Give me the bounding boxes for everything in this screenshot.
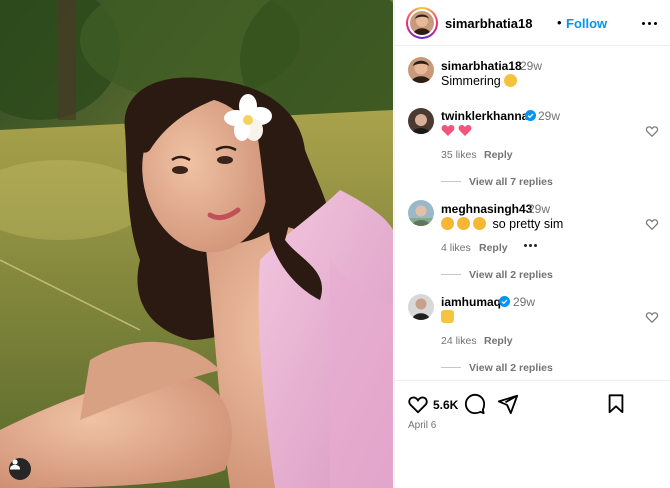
- like-comment-heart-icon[interactable]: [645, 124, 659, 138]
- comment-username[interactable]: iamhumaq: [441, 295, 501, 309]
- avatar[interactable]: [408, 200, 434, 226]
- post-actions: 5.6K April 6: [395, 380, 670, 488]
- caption-time[interactable]: 29w: [520, 59, 542, 73]
- comment-likes[interactable]: 24 likes: [441, 335, 477, 347]
- user-tag-button[interactable]: [9, 458, 31, 480]
- post-header: simarbhatia18 • Follow: [395, 0, 670, 46]
- verified-badge-icon: [525, 110, 536, 121]
- verified-badge-icon: [499, 296, 510, 307]
- avatar[interactable]: [408, 57, 434, 83]
- heart-icon[interactable]: [407, 393, 429, 415]
- caption-text: Simmering: [441, 74, 520, 88]
- user-tag-icon: [10, 459, 20, 470]
- heart-eyes-emoji-icon: [457, 217, 470, 230]
- heart-eyes-emoji-icon: [441, 217, 454, 230]
- comment-username[interactable]: meghnasingh43: [441, 202, 532, 216]
- photo-illustration: [0, 0, 393, 488]
- instagram-post-view: simarbhatia18 • Follow simarbhatia18 29w…: [0, 0, 670, 488]
- caption-username[interactable]: simarbhatia18: [441, 59, 522, 73]
- comment-text: [441, 124, 472, 140]
- comment-time[interactable]: 29w: [538, 109, 560, 123]
- avatar[interactable]: [408, 294, 434, 320]
- reply-button[interactable]: Reply: [484, 335, 513, 347]
- post-date[interactable]: April 6: [408, 420, 436, 431]
- avatar[interactable]: [408, 108, 434, 134]
- more-options-button[interactable]: [639, 13, 661, 33]
- post-sidebar: simarbhatia18 • Follow simarbhatia18 29w…: [394, 0, 670, 488]
- like-comment-heart-icon[interactable]: [645, 310, 659, 324]
- replies-line: [441, 367, 461, 368]
- comment-likes[interactable]: 35 likes: [441, 149, 477, 161]
- like-comment-heart-icon[interactable]: [645, 217, 659, 231]
- view-replies-link[interactable]: View all 2 replies: [469, 362, 553, 374]
- share-icon[interactable]: [497, 393, 519, 415]
- follow-button[interactable]: Follow: [566, 16, 607, 31]
- comment-likes[interactable]: 4 likes: [441, 242, 471, 254]
- comment-icon[interactable]: [464, 393, 486, 415]
- avatar: [410, 11, 434, 35]
- separator-dot: •: [557, 15, 562, 30]
- more-horizontal-icon: [524, 244, 527, 247]
- view-replies-link[interactable]: View all 7 replies: [469, 176, 553, 188]
- reply-button[interactable]: Reply: [479, 242, 508, 254]
- more-horizontal-icon: [642, 22, 645, 25]
- comment-text: so pretty sim: [441, 217, 563, 231]
- heart-eyes-emoji-icon: [473, 217, 486, 230]
- header-username[interactable]: simarbhatia18: [445, 16, 532, 31]
- comment-options-button[interactable]: [523, 240, 539, 250]
- replies-line: [441, 274, 461, 275]
- comment-username[interactable]: twinklerkhanna: [441, 109, 528, 123]
- pink-heart-emoji-icon: [441, 125, 455, 136]
- comment-text: [441, 310, 457, 324]
- story-ring-avatar[interactable]: [406, 7, 438, 39]
- view-replies-link[interactable]: View all 2 replies: [469, 269, 553, 281]
- reply-button[interactable]: Reply: [484, 149, 513, 161]
- sun-emoji-icon: [504, 74, 518, 87]
- pink-heart-emoji-icon: [459, 125, 472, 136]
- like-count[interactable]: 5.6K: [433, 398, 458, 412]
- comment-time[interactable]: 29w: [513, 295, 535, 309]
- post-photo[interactable]: [0, 0, 393, 488]
- replies-line: [441, 181, 461, 182]
- raising-hands-emoji-icon: [441, 310, 454, 323]
- comment-time[interactable]: 29w: [528, 202, 550, 216]
- bookmark-icon[interactable]: [605, 393, 627, 415]
